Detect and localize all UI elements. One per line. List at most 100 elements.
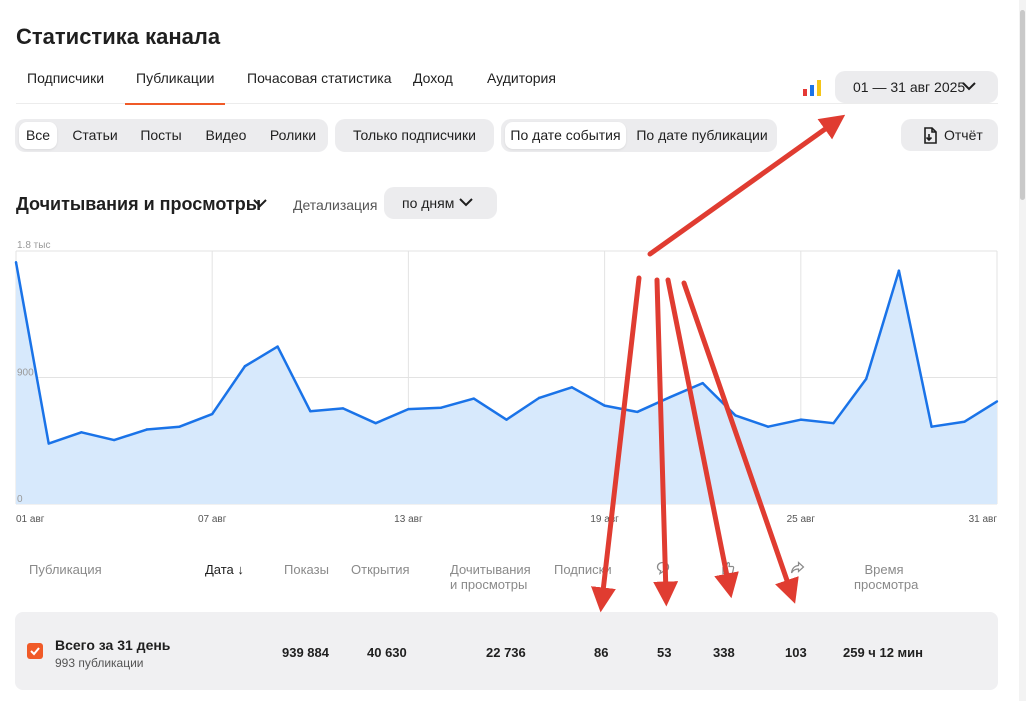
col-reads-views-line2: и просмотры [450,577,528,592]
chart-x-tick-label: 13 авг [394,514,423,525]
chart-point [309,410,312,413]
date-range-label: 01 — 31 авг 2025 [853,79,966,95]
filter-articles[interactable]: Статьи [67,122,123,149]
scrollbar-thumb[interactable] [1020,10,1025,200]
col-opens: Открытия [351,562,410,577]
total-subtitle: 993 публикации [55,656,144,670]
total-reposts: 103 [785,645,807,660]
chart-x-tick-label: 25 авг [787,514,816,525]
detail-dropdown[interactable]: по дням [384,187,497,219]
type-filter: Все Статьи Посты Видео Ролики [15,119,328,152]
total-title: Всего за 31 день [55,637,171,653]
chart-point [538,396,541,400]
col-reads-views-line1: Дочитывания [450,562,531,577]
like-icon [722,561,735,575]
total-checkbox[interactable] [27,643,43,659]
sort-down-icon: ↓ [237,562,244,577]
chart-point [145,428,148,431]
report-button[interactable]: Отчёт [901,119,998,151]
reads-views-chart: 0 900 1.8 тыс 01 авг 07 авг 13 авг 19 авг 25 ав… [14,240,999,525]
tab-publications[interactable]: Публикации [125,62,226,105]
col-watch-time-line2: просмотра [854,577,919,592]
chart-x-tick-label: 07 авг [198,514,227,525]
chart-point [341,407,345,410]
chart-y-tick-label: 900 [17,368,34,379]
col-watch-time-line1: Время [864,562,904,577]
chart-point [995,400,999,403]
chart-point [80,431,83,434]
section-title: Дочитывания и просмотры [16,194,262,214]
col-publication: Публикация [29,562,102,577]
date-mode-event[interactable]: По дате события [505,122,626,149]
check-icon [30,647,40,656]
chart-y-tick-label: 1.8 тыс [17,240,50,251]
chart-point [112,438,116,442]
chart-point [799,418,802,421]
chevron-down-icon[interactable] [253,199,267,208]
total-comments: 53 [657,645,672,660]
col-impressions: Показы [284,562,329,577]
tab-hourly[interactable]: Почасовая статистика [247,62,392,104]
total-row: Всего за 31 день 993 публикации 939 884 … [15,612,998,690]
chart-point [570,386,574,389]
col-reads-views: Дочитывания и просмотры [450,562,531,592]
report-label: Отчёт [944,127,983,143]
filter-video[interactable]: Видео [199,122,253,149]
date-mode-publication[interactable]: По дате публикации [634,122,770,149]
chart-point [472,397,475,400]
chart-point [668,395,672,399]
tab-subscribers[interactable]: Подписчики [27,62,104,104]
chart-point [374,421,377,425]
col-subscriptions: Подписки [554,562,612,577]
chevron-down-icon [459,198,473,207]
chevron-down-icon [962,82,976,91]
detail-value: по дням [402,195,455,211]
chart-point [766,425,770,428]
chart-y-tick-label: 0 [17,494,23,505]
comment-icon [656,561,670,575]
chart-point [603,404,606,407]
total-impressions: 939 884 [282,645,329,660]
repost-icon [790,561,805,574]
total-subscriptions: 86 [594,645,609,660]
chart-point [897,269,901,272]
chart-point [211,412,214,416]
chart-point [407,407,410,411]
chart-point [832,421,835,425]
page-scrollbar[interactable] [1019,0,1026,701]
total-reads-views: 22 736 [486,645,526,660]
chart-point [439,406,443,409]
col-watch-time: Время просмотра [854,562,919,592]
chart-point [734,414,737,417]
chart-point [701,381,704,385]
subscribers-only-button[interactable]: Только подписчики [335,119,494,152]
filter-all[interactable]: Все [19,122,57,149]
col-date[interactable]: Дата ↓ [205,562,244,577]
chart-point [865,377,868,381]
chart-point [14,261,18,264]
total-likes: 338 [713,645,735,660]
page-title: Статистика канала [16,24,221,49]
tab-income[interactable]: Доход [413,62,453,104]
chart-x-tick-label: 01 авг [16,514,45,525]
chart-point [243,365,247,368]
chart-point [276,345,279,348]
col-date-label: Дата [205,562,234,577]
tab-audience[interactable]: Аудитория [487,62,556,104]
stats-bars-icon [803,80,821,96]
filter-posts[interactable]: Посты [133,122,189,149]
chart-area-fill [16,262,997,504]
filter-shorts[interactable]: Ролики [263,122,323,149]
chart-point [47,442,50,445]
detail-label: Детализация [293,197,378,213]
date-mode-filter: По дате события По дате публикации [501,119,777,152]
total-opens: 40 630 [367,645,407,660]
chart-point [636,410,639,414]
chart-point [505,418,508,421]
chart-x-tick-label: 19 авг [590,514,619,525]
date-range-button[interactable]: 01 — 31 авг 2025 [835,71,998,103]
chart-point [963,420,966,423]
chart-x-tick-label: 31 авг [969,514,998,525]
chart-point [178,425,181,428]
report-file-icon [924,127,937,144]
